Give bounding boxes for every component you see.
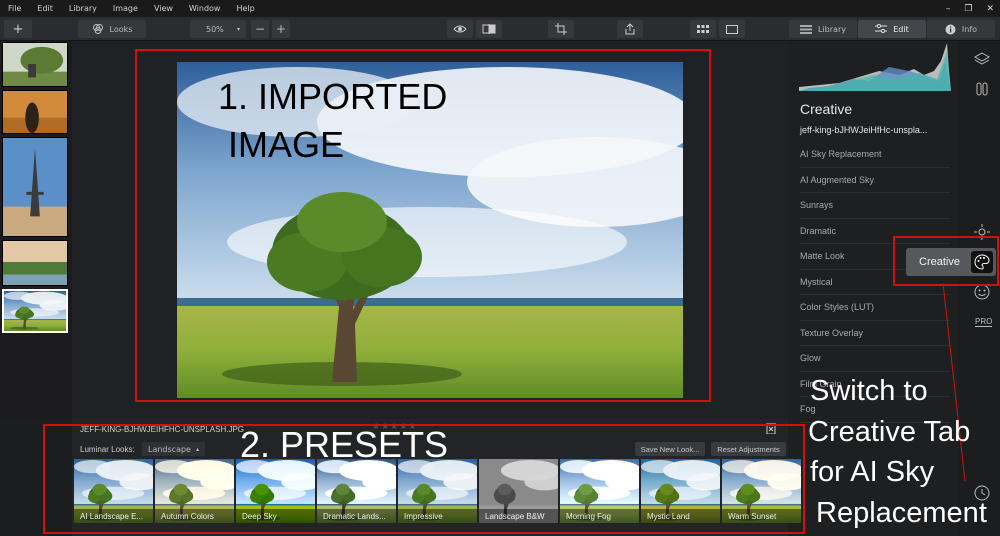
plus-icon: + [275,22,287,36]
restore-icon[interactable]: ❐ [964,4,972,14]
menu-bar: File Edit Library Image View Window Help… [0,0,1000,17]
filmstrip [0,41,72,419]
info-icon [945,24,956,34]
zoom-value: 50% [206,24,224,34]
adjust-icon[interactable] [974,81,990,97]
tab-edit-label: Edit [893,24,909,34]
thumb-5-selected[interactable] [2,289,68,333]
sliders-icon [875,24,888,34]
looks-label: Looks [109,24,133,34]
single-view-button[interactable] [719,20,745,38]
close-icon[interactable]: ✕ [986,4,994,14]
layers-icon[interactable] [974,51,990,67]
zoom-out-button[interactable]: − [251,20,269,38]
annotation-switch-line1: Switch to [810,375,928,407]
toolbar: + Looks 50% ▾ − + Library Edit Info [0,17,1000,41]
menu-edit[interactable]: Edit [29,4,61,13]
chevron-down-icon: ▾ [236,25,240,33]
annotation-pointer-line [942,283,966,482]
eye-icon [453,25,467,33]
add-button[interactable]: + [4,20,32,38]
thumb-2[interactable] [2,90,68,134]
tab-library-label: Library [818,24,846,34]
tool-ai-sky-replacement[interactable]: AI Sky Replacement [800,142,950,168]
window-controls: – ❐ ✕ [946,0,994,17]
panel-file-name: jeff-king-bJHWJeiHfHc-unspla... [800,125,928,135]
thumb-4[interactable] [2,240,68,286]
single-image-icon [726,24,738,34]
thumb-1[interactable] [2,42,68,87]
thumb-3[interactable] [2,137,68,237]
tool-sunrays[interactable]: Sunrays [800,193,950,219]
annotation-imported-line2: IMAGE [228,124,345,165]
annotation-switch-line4: Replacement [816,497,987,529]
annotation-box-creative-tab [893,236,999,286]
menu-help[interactable]: Help [228,4,262,13]
plus-icon: + [12,21,24,37]
looks-icon [92,24,103,34]
grid-icon [697,24,709,33]
library-icon [800,24,812,34]
grid-view-button[interactable] [690,20,716,38]
menu-window[interactable]: Window [181,4,229,13]
zoom-dropdown[interactable]: 50% ▾ [190,20,246,38]
histogram [799,41,951,91]
share-icon [625,23,635,35]
annotation-presets: 2. PRESETS [240,424,449,465]
preview-button[interactable] [447,20,473,38]
crop-icon [555,23,567,35]
compare-button[interactable] [476,20,502,38]
split-view-icon [482,24,496,34]
minus-icon: − [254,22,266,36]
looks-button[interactable]: Looks [78,20,146,38]
tool-glow[interactable]: Glow [800,346,950,372]
tool-texture-overlay[interactable]: Texture Overlay [800,321,950,346]
share-button[interactable] [617,20,643,38]
tab-info[interactable]: Info [927,20,995,38]
menu-image[interactable]: Image [105,4,146,13]
menu-file[interactable]: File [0,4,29,13]
tab-info-label: Info [961,24,978,34]
panel-title: Creative [800,101,853,117]
annotation-switch-line2: Creative Tab [808,416,971,448]
tab-edit[interactable]: Edit [858,20,926,38]
tab-library[interactable]: Library [789,20,857,38]
minimize-icon[interactable]: – [946,4,951,14]
annotation-switch-line3: for AI Sky [810,456,935,488]
menu-library[interactable]: Library [61,4,105,13]
annotation-imported-line1: 1. IMPORTED [218,76,448,117]
menu-view[interactable]: View [146,4,181,13]
tool-color-styles[interactable]: Color Styles (LUT) [800,295,950,321]
tool-ai-augmented-sky[interactable]: AI Augmented Sky [800,168,950,193]
crop-button[interactable] [548,20,574,38]
zoom-in-button[interactable]: + [272,20,290,38]
